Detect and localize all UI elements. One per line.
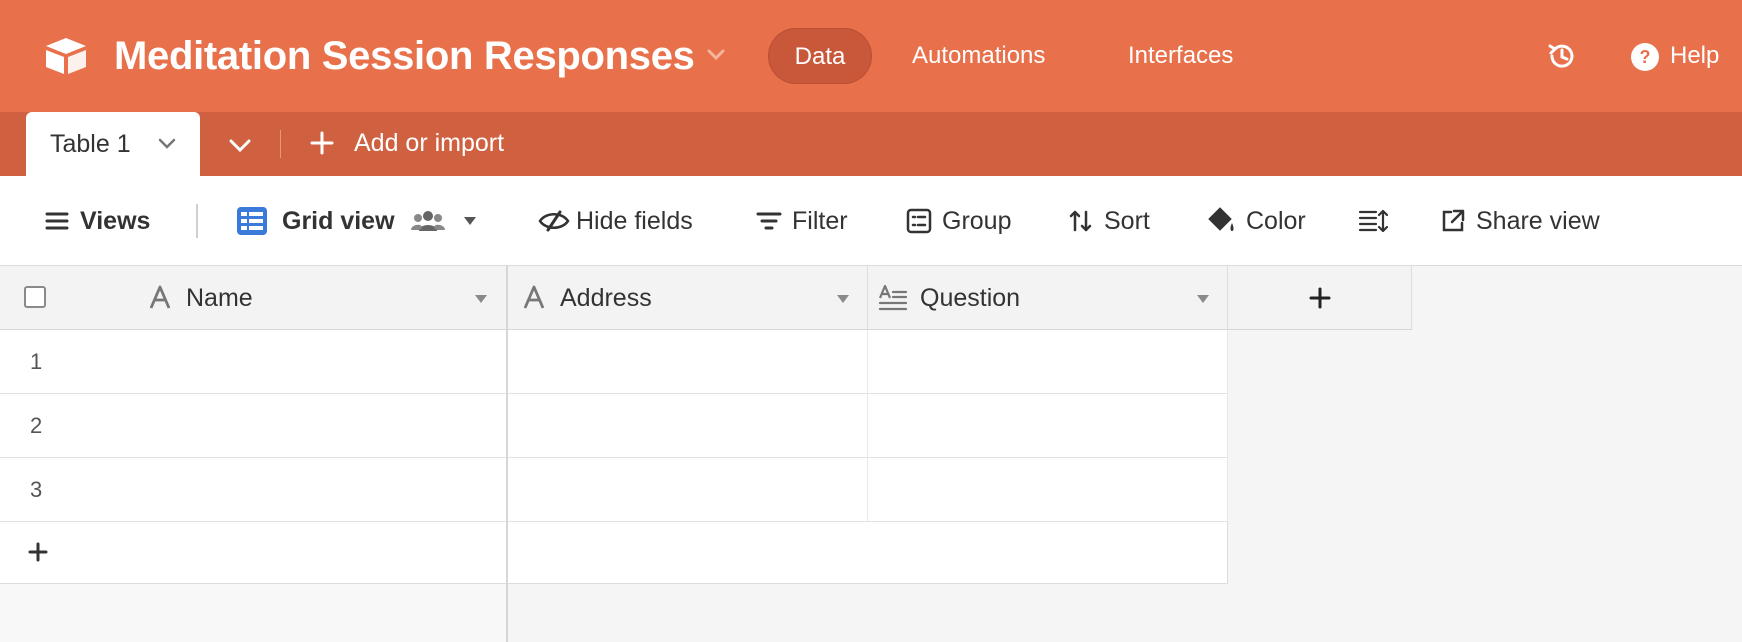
cell-address[interactable] (508, 330, 868, 394)
table-tabs-bar: Table 1 Add or import (0, 112, 1742, 176)
column-header-address[interactable]: Address (508, 266, 868, 330)
add-record-button[interactable] (0, 522, 508, 584)
grid-view-label: Grid view (282, 206, 395, 235)
row-number: 1 (30, 349, 43, 374)
share-view-label: Share view (1476, 206, 1600, 235)
cell-name[interactable]: 3 (0, 458, 508, 522)
help-link[interactable]: Help (1670, 28, 1719, 84)
cell-name[interactable]: 2 (0, 394, 508, 458)
add-record-row[interactable] (508, 522, 1228, 584)
table-tab-label: Table 1 (50, 130, 131, 158)
select-all-checkbox[interactable] (24, 286, 46, 308)
grid-view-button[interactable]: Grid view (236, 176, 477, 266)
app-header: Meditation Session Responses Data Automa… (0, 0, 1742, 112)
row-height-button[interactable] (1358, 176, 1388, 266)
share-view-button[interactable]: Share view (1440, 176, 1600, 266)
caret-down-icon[interactable] (836, 294, 850, 304)
nav-interfaces-tab[interactable]: Interfaces (1128, 28, 1233, 84)
share-icon (1442, 209, 1465, 232)
group-label: Group (942, 206, 1012, 235)
add-or-import-button[interactable]: Add or import (354, 129, 504, 158)
divider (196, 204, 198, 238)
svg-text:?: ? (1640, 47, 1651, 67)
sort-button[interactable]: Sort (1068, 176, 1150, 266)
hide-fields-label: Hide fields (576, 206, 693, 235)
plus-icon (1309, 287, 1330, 308)
color-label: Color (1246, 206, 1306, 235)
nav-data-tab[interactable]: Data (768, 28, 872, 84)
hamburger-icon (45, 212, 69, 230)
long-text-icon (878, 284, 908, 311)
chevron-down-icon[interactable] (158, 138, 176, 150)
single-line-text-icon (523, 285, 545, 309)
color-button[interactable]: Color (1206, 176, 1306, 266)
history-icon[interactable] (1546, 40, 1578, 72)
caret-down-icon[interactable] (463, 216, 477, 226)
chevron-down-icon[interactable] (706, 48, 726, 62)
views-button[interactable]: Views (44, 176, 150, 266)
sort-icon (1069, 210, 1092, 232)
help-icon[interactable]: ? (1630, 42, 1660, 72)
hide-fields-button[interactable]: Hide fields (538, 176, 693, 266)
collaborators-icon (410, 211, 445, 231)
sort-label: Sort (1104, 206, 1150, 235)
cell-question[interactable] (868, 330, 1228, 394)
views-label: Views (80, 206, 151, 235)
group-icon (906, 208, 932, 234)
view-toolbar: Views Grid view Hide fields Filter Group… (0, 176, 1742, 266)
eye-slash-icon (538, 210, 570, 232)
row-number: 3 (30, 477, 43, 502)
all-tables-chevron-icon[interactable] (228, 138, 252, 154)
filter-button[interactable]: Filter (756, 176, 848, 266)
base-title[interactable]: Meditation Session Responses (114, 32, 695, 80)
filter-icon (756, 212, 782, 230)
cell-question[interactable] (868, 394, 1228, 458)
base-logo-icon[interactable] (42, 36, 90, 76)
cell-name[interactable]: 1 (0, 330, 508, 394)
caret-down-icon[interactable] (1196, 294, 1210, 304)
table-tab-active[interactable]: Table 1 (26, 112, 200, 176)
row-number: 2 (30, 413, 43, 438)
caret-down-icon[interactable] (474, 294, 488, 304)
filter-label: Filter (792, 206, 848, 235)
plus-icon (28, 542, 48, 562)
single-line-text-icon (149, 285, 171, 309)
column-label-question: Question (920, 284, 1021, 312)
cell-question[interactable] (868, 458, 1228, 522)
plus-icon[interactable] (309, 130, 335, 156)
table-row[interactable]: 2 (0, 394, 1228, 458)
table-row[interactable]: 3 (0, 458, 1228, 522)
nav-automations-tab[interactable]: Automations (912, 28, 1045, 84)
column-label-name: Name (186, 284, 253, 312)
group-button[interactable]: Group (906, 176, 1011, 266)
column-header-name[interactable]: Name (0, 266, 508, 330)
add-field-button[interactable] (1228, 266, 1412, 330)
cell-address[interactable] (508, 458, 868, 522)
table-row[interactable]: 1 (0, 330, 1228, 394)
paint-bucket-icon (1208, 207, 1234, 231)
row-height-icon (1358, 209, 1388, 233)
column-header-question[interactable]: Question (868, 266, 1228, 330)
column-label-address: Address (560, 284, 652, 312)
cell-address[interactable] (508, 394, 868, 458)
divider (280, 130, 281, 158)
grid-view-icon (237, 207, 267, 235)
